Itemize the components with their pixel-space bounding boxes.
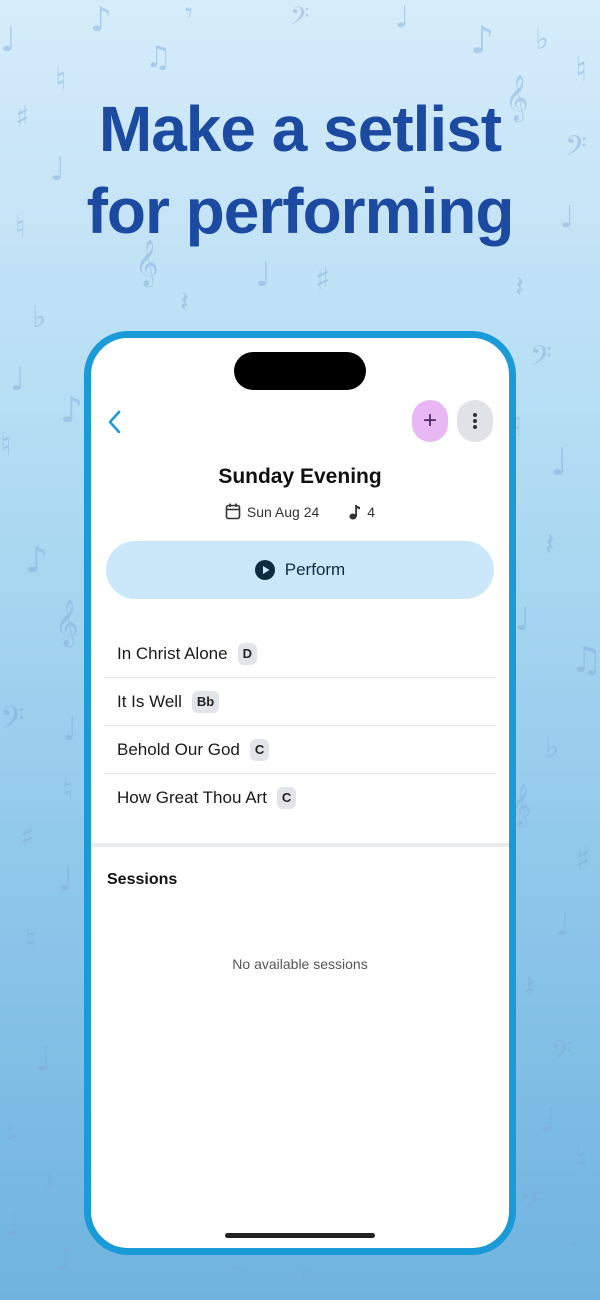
music-note-icon: ♭	[32, 300, 47, 335]
key-badge: C	[276, 786, 297, 809]
music-note-icon: ♩	[555, 905, 571, 943]
music-note-icon: ♪	[60, 390, 83, 431]
music-note-icon: ♮	[25, 920, 37, 958]
music-note-icon: ♩	[515, 600, 531, 638]
back-button[interactable]	[99, 404, 129, 440]
music-note-icon: ♪	[55, 1240, 76, 1278]
music-note-icon: ♭	[535, 22, 550, 57]
music-note-icon: ♮	[575, 50, 588, 90]
ellipsis-vertical-icon	[473, 413, 477, 429]
add-song-button[interactable]: +	[412, 400, 448, 442]
section-divider	[91, 843, 509, 847]
setlist-date: Sun Aug 24	[246, 503, 320, 520]
music-note-icon: ♮	[5, 1115, 18, 1155]
plus-icon: +	[422, 407, 437, 434]
dynamic-island	[234, 352, 366, 390]
list-item[interactable]: In Christ Alone D	[104, 630, 496, 678]
music-note-icon: 𝄢	[290, 2, 310, 37]
music-note-icon: ♯	[315, 260, 331, 298]
music-note-icon: 𝄾	[185, 0, 193, 31]
music-note-icon: 𝄽	[525, 970, 535, 1005]
music-note-icon: ♪	[90, 0, 112, 40]
song-count: 4	[367, 503, 376, 520]
music-note-icon: ♮	[62, 770, 74, 808]
music-note-icon	[349, 504, 361, 519]
song-list: In Christ Alone D It Is Well Bb Behold O…	[104, 630, 496, 821]
phone-frame: + Sunday Evening Sun Aug 24 4 Perform In…	[84, 331, 516, 1255]
list-item[interactable]: How Great Thou Art C	[104, 774, 496, 821]
music-note-icon: ♩	[550, 440, 568, 484]
music-note-icon: 𝄽	[545, 525, 555, 563]
sessions-heading: Sessions	[107, 871, 178, 888]
music-note-icon: ♩	[58, 860, 74, 898]
music-note-icon: 𝄾	[235, 1255, 243, 1290]
chevron-left-icon	[108, 410, 121, 434]
music-note-icon: ♮	[0, 425, 12, 463]
promo-headline: Make a setlist for performing	[0, 88, 600, 252]
song-title: How Great Thou Art	[117, 787, 267, 807]
music-note-icon: ♩	[395, 0, 410, 35]
more-options-button[interactable]	[457, 400, 493, 442]
list-item[interactable]: Behold Our God C	[104, 726, 496, 774]
song-title: It Is Well	[117, 691, 182, 711]
play-circle-icon	[254, 560, 275, 580]
music-note-icon: ♫	[145, 40, 172, 75]
list-item[interactable]: It Is Well Bb	[104, 678, 496, 726]
music-note-icon: 𝄾	[570, 1230, 578, 1265]
music-note-icon: ♩	[10, 360, 26, 398]
music-note-icon: 𝄢	[550, 1035, 572, 1075]
perform-label: Perform	[284, 560, 346, 579]
music-note-icon: 𝄽	[45, 1165, 55, 1200]
home-indicator[interactable]	[225, 1233, 375, 1238]
music-note-icon: 𝄽	[515, 270, 525, 305]
music-note-icon: ♩	[35, 1040, 52, 1080]
key-badge: C	[249, 738, 270, 761]
music-note-icon: ♩	[5, 1205, 21, 1243]
music-note-icon: ♩	[0, 20, 17, 60]
music-note-icon: ♮	[575, 1140, 588, 1180]
calendar-icon	[225, 503, 241, 520]
music-note-icon: ♯	[575, 840, 591, 878]
music-note-icon: 𝄽	[180, 285, 190, 320]
headline-line-1: Make a setlist	[98, 93, 502, 165]
key-badge: D	[237, 642, 257, 665]
music-note-icon: ♩	[540, 1100, 557, 1140]
song-title: Behold Our God	[117, 739, 240, 759]
sessions-empty-state: No available sessions	[232, 956, 368, 972]
headline-line-2: for performing	[86, 175, 515, 247]
music-note-icon: 𝄞	[55, 600, 79, 646]
setlist-meta: Sun Aug 24 4	[91, 503, 509, 520]
key-badge: Bb	[191, 690, 220, 713]
music-note-icon: ♪	[25, 540, 48, 581]
music-note-icon: 𝄢	[0, 700, 25, 744]
music-note-icon: 𝄢	[520, 1185, 542, 1225]
music-note-icon: ♫	[570, 640, 600, 681]
music-note-icon: ♯	[20, 820, 35, 855]
perform-button[interactable]: Perform	[106, 541, 494, 599]
music-note-icon: 𝄢	[530, 340, 552, 380]
setlist-title: Sunday Evening	[218, 465, 382, 488]
music-note-icon: ♪	[470, 18, 495, 62]
music-note-icon: ♮	[300, 1260, 311, 1295]
music-note-icon: ♩	[255, 255, 272, 295]
music-note-icon: ♭	[545, 730, 560, 765]
music-note-icon: ♩	[62, 710, 78, 748]
song-title: In Christ Alone	[117, 643, 228, 663]
